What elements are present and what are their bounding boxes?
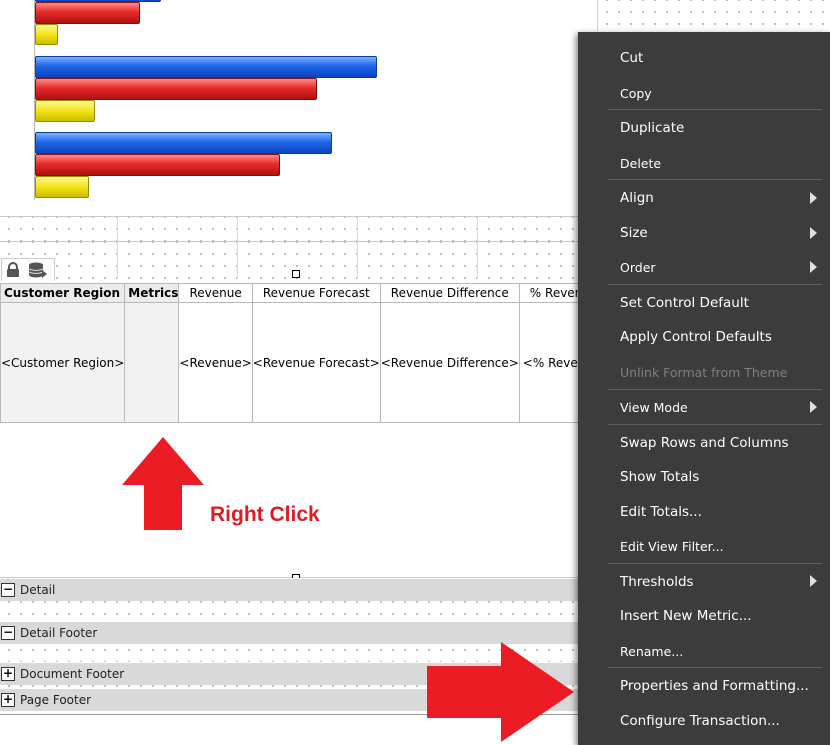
submenu-arrow-icon: [810, 192, 817, 204]
submenu-arrow-icon: [810, 261, 817, 273]
section-detail[interactable]: − Detail: [0, 578, 580, 601]
context-menu[interactable]: Cut Copy Duplicate Delete Align Size Ord…: [578, 32, 830, 745]
cell-revenue-forecast[interactable]: <Revenue Forecast>: [251, 302, 381, 423]
submenu-arrow-icon: [810, 575, 817, 587]
grid-top-right: [597, 0, 830, 31]
header-revenue[interactable]: Revenue: [178, 283, 253, 303]
header-customer-region[interactable]: Customer Region: [0, 283, 126, 303]
layout-grid-band-1: [0, 216, 580, 241]
cell-revenue-difference[interactable]: <Revenue Difference>: [379, 302, 520, 423]
menu-item-order[interactable]: Order: [620, 260, 656, 275]
menu-item-edit-view-filter[interactable]: Edit View Filter...: [620, 539, 724, 554]
menu-separator: [608, 424, 822, 425]
menu-item-size[interactable]: Size: [620, 225, 648, 241]
menu-item-configure-transaction[interactable]: Configure Transaction...: [620, 713, 780, 729]
menu-separator: [608, 667, 822, 668]
menu-separator: [608, 284, 822, 285]
lock-icon[interactable]: [6, 262, 20, 278]
menu-separator: [608, 389, 822, 390]
menu-item-properties-formatting[interactable]: Properties and Formatting...: [620, 678, 809, 694]
cell-customer-region[interactable]: <Customer Region>: [0, 302, 126, 423]
bar-blue-3: [35, 132, 332, 154]
bar-yellow-1: [35, 24, 58, 45]
menu-item-copy[interactable]: Copy: [620, 86, 652, 101]
bar-blue-2: [35, 56, 377, 78]
menu-separator: [608, 563, 822, 564]
menu-separator: [608, 109, 822, 110]
submenu-arrow-icon: [810, 227, 817, 239]
menu-item-thresholds[interactable]: Thresholds: [620, 574, 694, 590]
menu-item-duplicate[interactable]: Duplicate: [620, 120, 684, 136]
resize-handle-top[interactable]: [292, 270, 300, 278]
header-revenue-difference[interactable]: Revenue Difference: [379, 283, 520, 303]
collapse-icon[interactable]: −: [1, 626, 15, 640]
expand-icon[interactable]: +: [1, 693, 15, 707]
menu-item-apply-control-defaults[interactable]: Apply Control Defaults: [620, 329, 772, 345]
database-icon[interactable]: [28, 262, 48, 278]
menu-item-swap-rows-columns[interactable]: Swap Rows and Columns: [620, 435, 789, 451]
section-label: Detail: [20, 583, 56, 597]
grid-divider: [237, 216, 238, 279]
menu-item-unlink-format: Unlink Format from Theme: [620, 365, 788, 380]
section-detail-footer[interactable]: − Detail Footer: [0, 621, 580, 644]
menu-item-delete[interactable]: Delete: [620, 156, 661, 171]
menu-item-cut[interactable]: Cut: [620, 50, 643, 66]
right-click-label: Right Click: [210, 503, 320, 526]
grid-divider: [357, 216, 358, 279]
menu-item-rename[interactable]: Rename...: [620, 644, 683, 659]
menu-item-edit-totals[interactable]: Edit Totals...: [620, 504, 702, 520]
cell-metrics[interactable]: [124, 302, 180, 423]
bar-yellow-2: [35, 100, 95, 122]
menu-item-set-control-default[interactable]: Set Control Default: [620, 295, 749, 311]
header-metrics[interactable]: Metrics: [124, 283, 180, 303]
bar-red-3: [35, 154, 280, 176]
right-arrow-annotation: [427, 642, 574, 742]
collapse-icon[interactable]: −: [1, 583, 15, 597]
layout-grid-band-2: [0, 241, 580, 280]
menu-item-show-totals[interactable]: Show Totals: [620, 469, 699, 485]
menu-separator: [608, 179, 822, 180]
menu-item-align[interactable]: Align: [620, 190, 654, 206]
toolbar-icons: [1, 258, 55, 281]
bar-yellow-3: [35, 176, 89, 198]
section-label: Page Footer: [20, 693, 92, 707]
expand-icon[interactable]: +: [1, 667, 15, 681]
grid-divider: [477, 216, 478, 279]
bar-chart[interactable]: [0, 0, 400, 215]
bar-red-1: [35, 2, 140, 24]
up-arrow-annotation: [122, 437, 204, 530]
menu-item-view-mode[interactable]: View Mode: [620, 400, 688, 415]
bar-red-2: [35, 78, 317, 100]
grid-report[interactable]: Customer Region Metrics Revenue Revenue …: [0, 283, 595, 423]
section-label: Detail Footer: [20, 626, 98, 640]
section-label: Document Footer: [20, 667, 125, 681]
menu-item-insert-new-metric[interactable]: Insert New Metric...: [620, 608, 752, 624]
grid-divider: [117, 216, 118, 279]
submenu-arrow-icon: [810, 401, 817, 413]
cell-revenue[interactable]: <Revenue>: [178, 302, 253, 423]
header-revenue-forecast[interactable]: Revenue Forecast: [251, 283, 381, 303]
